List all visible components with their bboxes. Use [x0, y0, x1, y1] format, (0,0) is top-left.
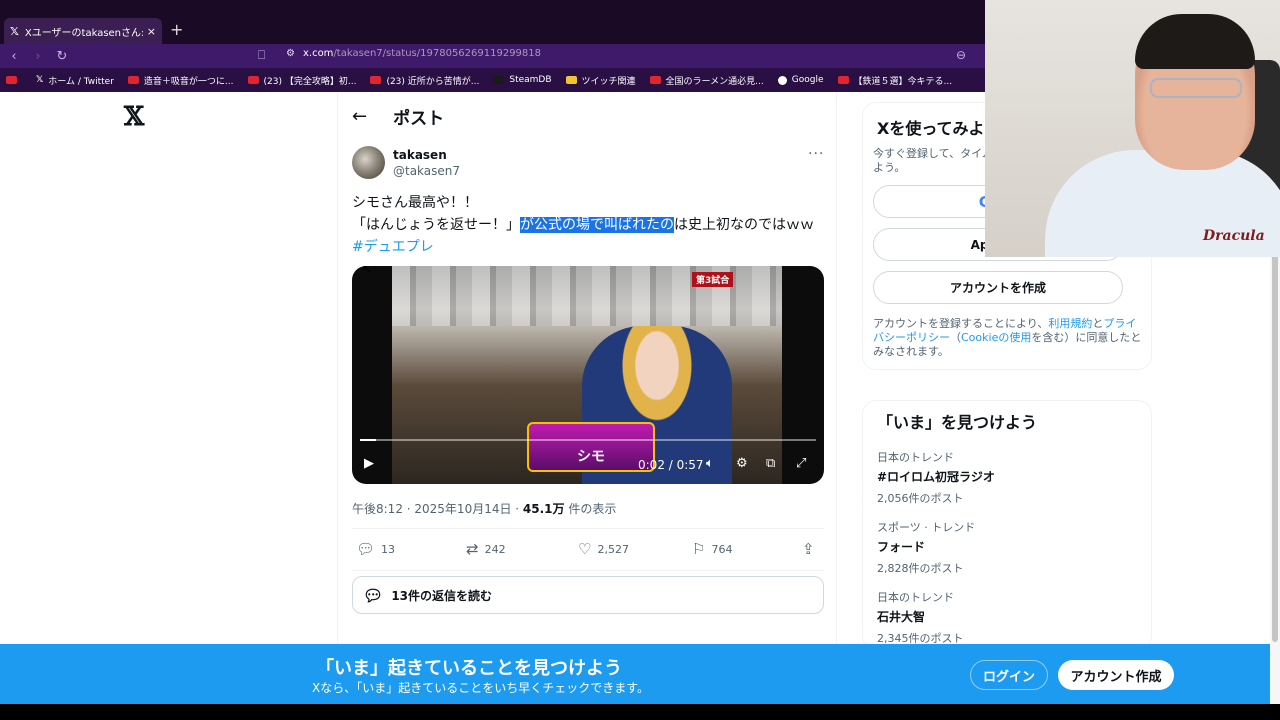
create-account-button[interactable]: アカウントを作成 — [873, 271, 1123, 304]
bookmark-item[interactable] — [6, 76, 22, 84]
webcam-overlay: Dracula — [985, 0, 1280, 257]
trends-title: 「いま」を見つけよう — [877, 413, 1038, 432]
zoom-icon[interactable]: ⊖ — [956, 48, 966, 62]
url-host: x.com — [302, 48, 334, 59]
bookmark-item[interactable]: 造音＋吸音が一つに... — [127, 74, 234, 87]
url-path: /takasen7/status/1978056269119299818 — [333, 48, 542, 59]
repost-button[interactable]: ⇄ 242 — [466, 540, 506, 558]
site-info-icon[interactable]: ⚙ — [286, 48, 295, 59]
banner-subtitle: Xなら、「いま」起きていることをいち早くチェックできます。 — [312, 681, 650, 695]
signup-terms: アカウントを登録することにより、利用規約とプライバシーポリシー（Cookieの使… — [873, 317, 1142, 358]
terms-link[interactable]: 利用規約 — [1048, 317, 1092, 330]
reply-icon: 💬︎ — [356, 540, 376, 558]
signup-title: Xを使ってみよ — [877, 119, 985, 138]
video-time: 0:02 / 0:57 — [638, 458, 704, 472]
author-handle[interactable]: @takasen7 — [393, 164, 460, 178]
back-nav-icon[interactable]: ‹ — [4, 49, 24, 64]
tweet-line-2: 「はんじょうを返せー！」が公式の場で叫ばれたのは史上初なのではｗｗ — [352, 217, 814, 233]
tab-title: Xユーザーのtakasenさん:「シモさん最 — [24, 27, 143, 39]
view-count: 45.1万 — [522, 502, 565, 516]
site-icon — [127, 76, 139, 84]
folder-icon — [565, 76, 577, 84]
login-banner: 「いま」起きていることを見つけよう Xなら、「いま」起きていることをいち早くチェ… — [0, 644, 1270, 704]
more-options-icon[interactable]: ··· — [808, 146, 824, 162]
bookmark-item[interactable]: 全国のラーメン通必見... — [649, 74, 764, 87]
youtube-icon — [370, 76, 382, 84]
volume-icon[interactable]: 🔈︎ — [706, 456, 714, 471]
avatar[interactable] — [352, 146, 385, 179]
youtube-icon — [837, 76, 849, 84]
url-field[interactable]: ⚙ x.com /takasen7/status/197805626911929… — [286, 48, 541, 59]
like-button[interactable]: ♡ 2,527 — [578, 540, 629, 558]
browser-tab[interactable]: 𝕏 Xユーザーのtakasenさん:「シモさん最 × — [4, 18, 162, 44]
tab-close-icon[interactable]: × — [147, 25, 156, 38]
forward-nav-icon[interactable]: › — [28, 49, 48, 64]
login-button[interactable]: ログイン — [970, 660, 1048, 690]
heart-icon: ♡ — [578, 540, 592, 558]
youtube-icon — [247, 76, 259, 84]
reply-bubble-icon: 💬︎ — [363, 585, 384, 605]
x-logo-icon[interactable]: 𝕏 — [124, 102, 144, 132]
bookmark-icon: ⚐ — [692, 540, 706, 558]
ramen-site-icon — [649, 76, 661, 84]
video-progress-bar[interactable] — [360, 439, 816, 441]
author-block[interactable]: takasen @takasen7 — [352, 146, 460, 179]
google-icon — [777, 75, 787, 85]
video-badge: 第3試合 — [692, 272, 734, 287]
video-progress-fill — [360, 439, 376, 441]
video-player[interactable]: 第3試合 シモ ▶ 0:02 / 0:57 🔈︎ ⚙ ⧉ ⤢ — [352, 266, 824, 484]
bookmark-item[interactable]: SteamDB — [493, 75, 552, 85]
cookie-link[interactable]: Cookieの使用 — [961, 331, 1031, 344]
settings-gear-icon[interactable]: ⚙ — [736, 456, 748, 471]
author-name[interactable]: takasen — [393, 148, 460, 162]
fullscreen-icon[interactable]: ⤢ — [796, 456, 806, 471]
banner-title: 「いま」起きていることを見つけよう — [316, 658, 622, 679]
trend-item[interactable]: スポーツ · トレンド フォード 2,828件のポスト — [877, 519, 975, 576]
webcam-hair — [1135, 14, 1255, 69]
create-account-banner-button[interactable]: アカウント作成 — [1058, 660, 1174, 690]
mouse-cursor-icon: ↖ — [362, 262, 373, 276]
steam-icon — [493, 76, 505, 84]
bookmark-button[interactable]: ⚐ 764 — [692, 540, 732, 558]
trends-card: 「いま」を見つけよう 日本のトレンド #ロイロム初冠ラジオ 2,056件のポスト… — [862, 400, 1152, 650]
trend-item[interactable]: 日本のトレンド 石井大智 2,345件のポスト — [877, 589, 964, 646]
divider — [352, 570, 824, 571]
tweet-line-1: シモさん最高や！！ — [352, 195, 478, 211]
repost-icon: ⇄ — [466, 540, 479, 558]
bookmark-item[interactable]: 𝕏 ホーム / Twitter — [36, 74, 114, 87]
video-caption: シモ — [527, 422, 655, 472]
bookmark-item[interactable]: 【鉄道５選】今キテる... — [837, 74, 952, 87]
pip-icon[interactable]: ⧉ — [766, 456, 775, 471]
taskbar-strip — [0, 704, 1280, 720]
read-replies-button[interactable]: 💬︎ 13件の返信を読む — [352, 576, 824, 614]
bookmark-item[interactable]: (23) 【完全攻略】初... — [247, 74, 356, 87]
bookmark-page-icon[interactable]: ⎕ — [258, 48, 265, 63]
play-icon[interactable]: ▶ — [364, 456, 374, 471]
post-header: ← ポスト — [352, 104, 445, 129]
action-bar: 💬︎ 13 ⇄ 242 ♡ 2,527 ⚐ 764 ⇪ — [352, 540, 824, 560]
divider — [352, 528, 824, 529]
bookmark-item[interactable]: Google — [777, 75, 824, 85]
share-icon: ⇪ — [802, 540, 815, 558]
youtube-icon — [6, 76, 17, 84]
bookmark-item[interactable]: (23) 近所から苦情が... — [370, 74, 479, 87]
x-favicon-icon: 𝕏 — [10, 24, 19, 38]
reload-icon[interactable]: ↻ — [52, 49, 72, 64]
share-button[interactable]: ⇪ — [802, 540, 821, 558]
main-column: ← ポスト takasen @takasen7 ··· シモさん最高や！！ 「は… — [337, 92, 837, 652]
bookmark-folder[interactable]: ツイッチ関連 — [565, 74, 636, 87]
hashtag-link[interactable]: #デュエプレ — [352, 236, 832, 258]
page-title: ポスト — [393, 108, 445, 129]
webcam-shirt-text: Dracula — [1203, 228, 1265, 244]
post-timestamp: 午後8:12 · 2025年10月14日 · 45.1万 件の表示 — [352, 502, 617, 516]
back-arrow-icon[interactable]: ← — [352, 106, 367, 127]
tweet-text: シモさん最高や！！ 「はんじょうを返せー！」が公式の場で叫ばれたのは史上初なので… — [352, 192, 832, 258]
text-selection: が公式の場で叫ばれたの — [520, 217, 674, 233]
new-tab-button[interactable]: + — [170, 20, 183, 39]
webcam-glasses — [1150, 78, 1242, 98]
x-icon: 𝕏 — [36, 75, 44, 85]
trend-item[interactable]: 日本のトレンド #ロイロム初冠ラジオ 2,056件のポスト — [877, 449, 995, 506]
reply-button[interactable]: 💬︎ 13 — [356, 540, 395, 558]
